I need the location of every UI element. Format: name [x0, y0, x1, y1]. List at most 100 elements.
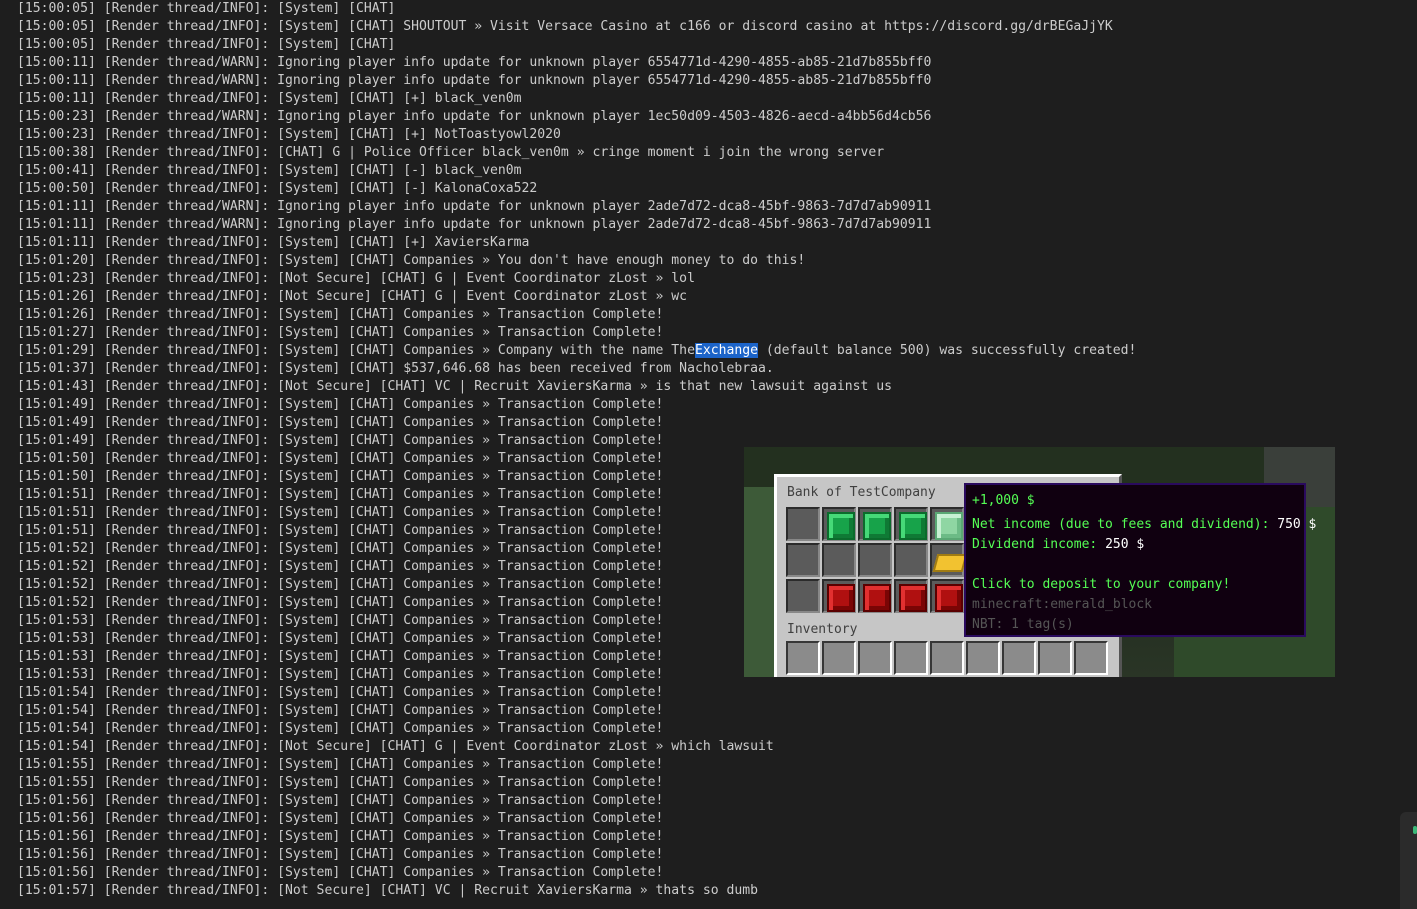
log-line: [15:01:55] [Render thread/INFO]: [System…: [17, 775, 664, 790]
log-line: [15:01:51] [Render thread/INFO]: [System…: [17, 505, 664, 520]
slot-emerald[interactable]: [858, 507, 892, 541]
log-line: [15:01:29] [Render thread/INFO]: [System…: [17, 342, 1136, 360]
log-line: [15:01:11] [Render thread/INFO]: [System…: [17, 235, 530, 250]
redstone-block-icon: [899, 584, 927, 612]
log-line: [15:01:53] [Render thread/INFO]: [System…: [17, 667, 664, 682]
scroll-widget[interactable]: [1400, 812, 1417, 909]
tooltip-nbt: NBT: 1 tag(s): [972, 617, 1074, 632]
log-line-text: [15:01:29] [Render thread/INFO]: [System…: [17, 343, 695, 358]
log-line: [15:01:43] [Render thread/INFO]: [Not Se…: [17, 379, 893, 394]
log-line: [15:01:26] [Render thread/INFO]: [System…: [17, 307, 664, 322]
gold-ingot-icon: [932, 554, 968, 572]
log-line: [15:01:53] [Render thread/INFO]: [System…: [17, 649, 664, 664]
log-line: [15:00:38] [Render thread/INFO]: [CHAT] …: [17, 145, 885, 160]
log-line: [15:01:56] [Render thread/INFO]: [System…: [17, 829, 664, 844]
log-line: [15:01:52] [Render thread/INFO]: [System…: [17, 559, 664, 574]
log-line: [15:01:52] [Render thread/INFO]: [System…: [17, 541, 664, 556]
log-line: [15:01:57] [Render thread/INFO]: [Not Se…: [17, 883, 759, 898]
redstone-block-icon: [935, 584, 963, 612]
selected-text: Exchange: [694, 343, 759, 358]
inventory-slot[interactable]: [786, 641, 820, 675]
log-line: [15:01:53] [Render thread/INFO]: [System…: [17, 631, 664, 646]
redstone-block-icon: [827, 584, 855, 612]
slot-gold[interactable]: [930, 543, 968, 577]
status-dot-icon: [1413, 826, 1417, 834]
item-tooltip: +1,000 $ Net income (due to fees and div…: [964, 483, 1316, 637]
slot-glass-pane[interactable]: [858, 543, 892, 577]
emerald-block-icon: [863, 512, 891, 540]
slot-glass-pane[interactable]: [786, 579, 820, 613]
slot-glass-pane[interactable]: [822, 543, 856, 577]
emerald-block-icon: [899, 512, 927, 540]
log-line: [15:01:11] [Render thread/WARN]: Ignorin…: [17, 217, 932, 232]
log-line: [15:00:11] [Render thread/WARN]: Ignorin…: [17, 55, 932, 70]
slot-redstone[interactable]: [894, 579, 928, 613]
log-line: [15:01:52] [Render thread/INFO]: [System…: [17, 595, 664, 610]
log-line: [15:01:53] [Render thread/INFO]: [System…: [17, 613, 664, 628]
slot-glass-pane[interactable]: [786, 507, 820, 541]
slot-glass-pane[interactable]: [786, 543, 820, 577]
inventory-slot[interactable]: [858, 641, 892, 675]
inventory-slot[interactable]: [1002, 641, 1036, 675]
slot-redstone[interactable]: [858, 579, 892, 613]
log-line-text: (default balance 500) was successfully c…: [758, 343, 1137, 358]
slot-emerald[interactable]: [894, 507, 928, 541]
log-line: [15:00:05] [Render thread/INFO]: [System…: [17, 37, 396, 52]
log-line: [15:01:11] [Render thread/WARN]: Ignorin…: [17, 199, 932, 214]
redstone-block-icon: [863, 584, 891, 612]
log-line: [15:01:55] [Render thread/INFO]: [System…: [17, 757, 664, 772]
net-income-line: Net income (due to fees and dividend): 7…: [972, 517, 1316, 532]
inventory-slot[interactable]: [1038, 641, 1072, 675]
inventory-slot[interactable]: [894, 641, 928, 675]
inventory-label: Inventory: [787, 622, 858, 637]
log-line: [15:00:23] [Render thread/INFO]: [System…: [17, 127, 561, 142]
log-line: [15:01:50] [Render thread/INFO]: [System…: [17, 451, 664, 466]
log-line: [15:01:51] [Render thread/INFO]: [System…: [17, 523, 664, 538]
log-line: [15:00:41] [Render thread/INFO]: [System…: [17, 163, 522, 178]
log-line: [15:01:54] [Render thread/INFO]: [System…: [17, 721, 664, 736]
log-line: [15:00:05] [Render thread/INFO]: [System…: [17, 1, 396, 16]
log-line: [15:01:37] [Render thread/INFO]: [System…: [17, 361, 774, 376]
log-line: [15:01:52] [Render thread/INFO]: [System…: [17, 577, 664, 592]
slot-redstone[interactable]: [822, 579, 856, 613]
net-income-value: 750 $: [1277, 517, 1317, 532]
log-line: [15:01:23] [Render thread/INFO]: [Not Se…: [17, 271, 695, 286]
slot-redstone[interactable]: [930, 579, 964, 613]
slot-emerald-hovered[interactable]: [930, 507, 964, 541]
log-line: [15:00:11] [Render thread/WARN]: Ignorin…: [17, 73, 932, 88]
log-line: [15:01:54] [Render thread/INFO]: [System…: [17, 703, 664, 718]
emerald-block-icon: [827, 512, 855, 540]
dividend-line: Dividend income: 250 $: [972, 537, 1144, 552]
log-line: [15:00:50] [Render thread/INFO]: [System…: [17, 181, 538, 196]
log-line: [15:00:23] [Render thread/WARN]: Ignorin…: [17, 109, 932, 124]
log-line: [15:01:26] [Render thread/INFO]: [Not Se…: [17, 289, 688, 304]
container-title: Bank of TestCompany: [787, 485, 936, 500]
emerald-block-icon: [935, 512, 963, 540]
log-line: [15:01:20] [Render thread/INFO]: [System…: [17, 253, 806, 268]
dividend-value: 250 $: [1105, 537, 1145, 552]
log-line: [15:01:56] [Render thread/INFO]: [System…: [17, 847, 664, 862]
log-line: [15:01:56] [Render thread/INFO]: [System…: [17, 865, 664, 880]
inventory-slot[interactable]: [930, 641, 964, 675]
tooltip-title: +1,000 $: [972, 493, 1035, 508]
tooltip-item-id: minecraft:emerald_block: [972, 597, 1153, 612]
log-line: [15:01:56] [Render thread/INFO]: [System…: [17, 793, 664, 808]
log-line: [15:01:51] [Render thread/INFO]: [System…: [17, 487, 664, 502]
inventory-slot[interactable]: [1074, 641, 1108, 675]
log-line: [15:01:49] [Render thread/INFO]: [System…: [17, 433, 664, 448]
log-line: [15:00:05] [Render thread/INFO]: [System…: [17, 19, 1113, 34]
inventory-slot[interactable]: [822, 641, 856, 675]
log-line: [15:01:49] [Render thread/INFO]: [System…: [17, 397, 664, 412]
minecraft-screenshot: Bank of TestCompany Inventory +1,000 $ N…: [744, 447, 1335, 677]
slot-emerald[interactable]: [822, 507, 856, 541]
inventory-slot[interactable]: [966, 641, 1000, 675]
tooltip-action: Click to deposit to your company!: [972, 577, 1231, 592]
dividend-label: Dividend income:: [972, 537, 1098, 552]
log-line: [15:01:54] [Render thread/INFO]: [Not Se…: [17, 739, 774, 754]
log-line: [15:01:50] [Render thread/INFO]: [System…: [17, 469, 664, 484]
slot-glass-pane[interactable]: [894, 543, 928, 577]
log-line: [15:01:27] [Render thread/INFO]: [System…: [17, 325, 664, 340]
log-line: [15:01:56] [Render thread/INFO]: [System…: [17, 811, 664, 826]
log-line: [15:00:11] [Render thread/INFO]: [System…: [17, 91, 522, 106]
log-line: [15:01:49] [Render thread/INFO]: [System…: [17, 415, 664, 430]
